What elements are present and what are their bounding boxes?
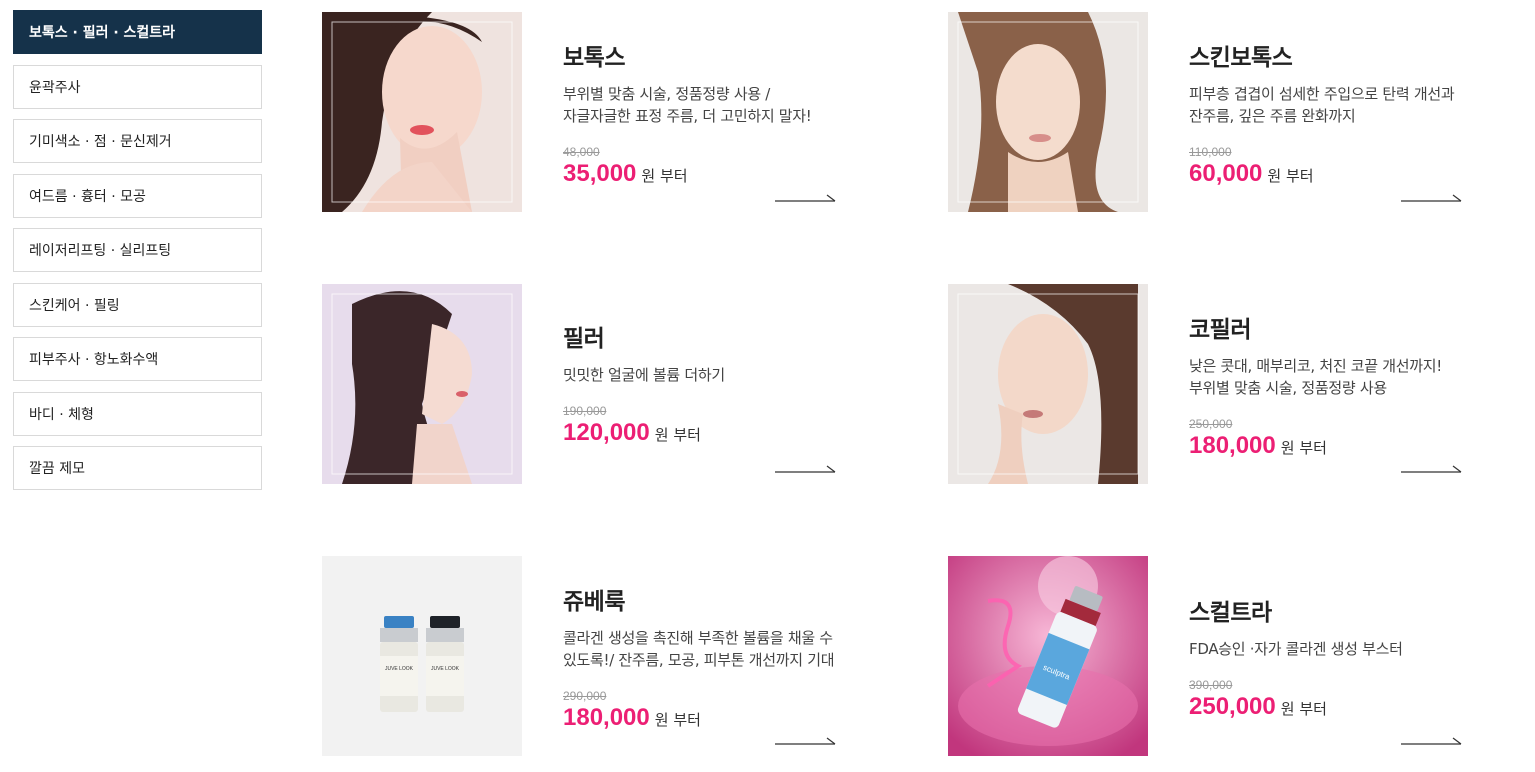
product-title: 쥬베룩 bbox=[563, 589, 625, 615]
arrow-right-icon[interactable] bbox=[775, 464, 837, 474]
arrow-right-icon[interactable] bbox=[1401, 736, 1463, 746]
sidebar-item-botox-filler-sculptra[interactable]: 보톡스 · 필러 · 스컬트라 bbox=[13, 10, 262, 54]
product-description: 콜라겐 생성을 촉진해 부족한 볼륨을 채울 수 있도록!/ 잔주름, 모공, … bbox=[563, 629, 835, 669]
product-image[interactable] bbox=[322, 12, 522, 212]
product-title: 스킨보톡스 bbox=[1189, 45, 1293, 71]
vial-label-left: JUVE LOOK bbox=[385, 666, 414, 672]
original-price: 190,000 bbox=[563, 404, 607, 418]
arrow-right-icon[interactable] bbox=[1401, 193, 1463, 203]
product-title: 코필러 bbox=[1189, 317, 1251, 343]
product-card-filler[interactable]: 필러 밋밋한 얼굴에 볼륨 더하기 190,000 120,000 원 부터 bbox=[322, 284, 882, 484]
product-card-skin-botox[interactable]: 스킨보톡스 피부층 겹겹이 섬세한 주입으로 탄력 개선과 잔주름, 깊은 주름… bbox=[948, 12, 1508, 212]
price-unit: 원 부터 bbox=[654, 711, 701, 729]
sale-price: 120,000 bbox=[563, 419, 650, 446]
category-sidebar: 보톡스 · 필러 · 스컬트라 윤곽주사 기미색소 · 점 · 문신제거 여드름… bbox=[13, 10, 262, 501]
product-image[interactable]: sculptra bbox=[948, 556, 1148, 756]
product-image[interactable] bbox=[322, 284, 522, 484]
product-description: 밋밋한 얼굴에 볼륨 더하기 bbox=[563, 366, 725, 384]
sale-price: 250,000 bbox=[1189, 693, 1276, 720]
arrow-right-icon[interactable] bbox=[775, 193, 837, 203]
sale-price: 60,000 bbox=[1189, 160, 1263, 187]
sidebar-item-acne-scar-pore[interactable]: 여드름 · 흉터 · 모공 bbox=[13, 173, 262, 218]
product-title: 필러 bbox=[563, 326, 605, 352]
product-card-sculptra[interactable]: sculptra 스컬트라 FDA승인 ·자가 콜라겐 생성 부스터 390,0… bbox=[948, 556, 1508, 756]
sidebar-item-pigment-removal[interactable]: 기미색소 · 점 · 문신제거 bbox=[13, 119, 262, 163]
product-image[interactable]: JUVE LOOK JUVE LOOK bbox=[322, 556, 522, 756]
product-description: FDA승인 ·자가 콜라겐 생성 부스터 bbox=[1189, 640, 1403, 658]
original-price: 290,000 bbox=[563, 689, 607, 703]
product-card-botox[interactable]: 보톡스 부위별 맞춤 시술, 정품정량 사용 / 자글자글한 표정 주름, 더 … bbox=[322, 12, 882, 212]
original-price: 390,000 bbox=[1189, 678, 1233, 692]
original-price: 110,000 bbox=[1189, 145, 1232, 159]
arrow-right-icon[interactable] bbox=[775, 736, 837, 746]
price-unit: 원 부터 bbox=[1280, 439, 1327, 457]
price-unit: 원 부터 bbox=[641, 167, 688, 185]
sidebar-item-hair-removal[interactable]: 깔끔 제모 bbox=[13, 446, 262, 490]
sale-price: 35,000 bbox=[563, 160, 637, 187]
vial-label-right: JUVE LOOK bbox=[431, 666, 460, 672]
sale-price: 180,000 bbox=[563, 704, 650, 731]
sidebar-item-lifting[interactable]: 레이저리프팅 · 실리프팅 bbox=[13, 228, 262, 272]
price-unit: 원 부터 bbox=[1280, 700, 1327, 718]
product-card-juvelook[interactable]: JUVE LOOK JUVE LOOK 쥬베룩 콜라겐 생성을 촉진해 부족한 … bbox=[322, 556, 882, 756]
original-price: 48,000 bbox=[563, 145, 600, 159]
product-title: 보톡스 bbox=[563, 45, 625, 71]
product-description: 부위별 맞춤 시술, 정품정량 사용 / 자글자글한 표정 주름, 더 고민하지… bbox=[563, 85, 812, 125]
arrow-right-icon[interactable] bbox=[1401, 464, 1463, 474]
product-title: 스컬트라 bbox=[1189, 600, 1272, 626]
product-image[interactable] bbox=[948, 12, 1148, 212]
product-card-nose-filler[interactable]: 코필러 낮은 콧대, 매부리코, 처진 코끝 개선까지! 부위별 맞춤 시술, … bbox=[948, 284, 1508, 484]
sidebar-item-skincare-peeling[interactable]: 스킨케어 · 필링 bbox=[13, 282, 262, 327]
sidebar-item-contour-injection[interactable]: 윤곽주사 bbox=[13, 64, 262, 109]
product-description: 피부층 겹겹이 섬세한 주입으로 탄력 개선과 잔주름, 깊은 주름 완화까지 bbox=[1189, 85, 1455, 125]
product-image[interactable] bbox=[948, 284, 1148, 484]
product-description: 낮은 콧대, 매부리코, 처진 코끝 개선까지! 부위별 맞춤 시술, 정품정량… bbox=[1189, 357, 1442, 397]
original-price: 250,000 bbox=[1189, 417, 1233, 431]
price-unit: 원 부터 bbox=[654, 426, 701, 444]
price-unit: 원 부터 bbox=[1267, 167, 1314, 185]
sale-price: 180,000 bbox=[1189, 432, 1276, 459]
sidebar-item-skin-injection[interactable]: 피부주사 · 항노화수액 bbox=[13, 337, 262, 381]
sidebar-item-body[interactable]: 바디 · 체형 bbox=[13, 391, 262, 436]
